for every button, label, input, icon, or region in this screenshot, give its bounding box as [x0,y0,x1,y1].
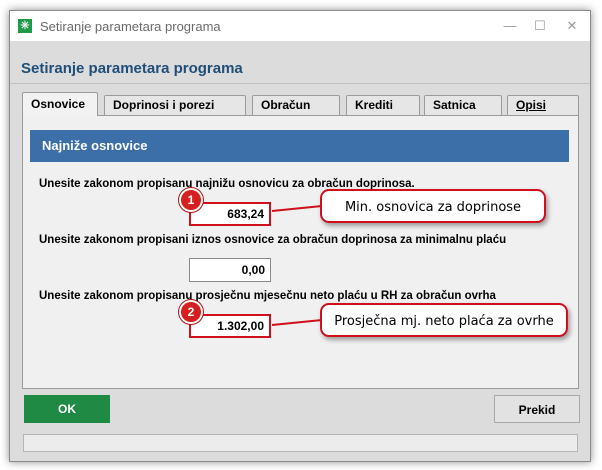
dialog-window: ✳ Setiranje parametara programa — ☐ ✕ Se… [9,10,591,462]
page-title: Setiranje parametara programa [21,60,243,77]
tab-krediti[interactable]: Krediti [346,95,420,115]
tab-opisi[interactable]: Opisi [507,95,579,115]
close-icon[interactable]: ✕ [562,16,582,36]
annotation-callout-1: Min. osnovica za doprinose [320,189,546,223]
divider [10,83,590,84]
app-icon: ✳ [18,19,32,33]
tab-osnovice[interactable]: Osnovice [22,92,98,116]
maximize-icon[interactable]: ☐ [530,16,550,36]
minimize-icon[interactable]: — [500,16,520,36]
tab-doprinosi-i-porezi[interactable]: Doprinosi i porezi [104,95,246,115]
section-header: Najniže osnovice [30,130,569,162]
tab-satnica[interactable]: Satnica [424,95,502,115]
tab-panel: Najniže osnovice Unesite zakonom propisa… [22,115,579,389]
tab-obracun[interactable]: Obračun [252,95,340,115]
status-bar [23,434,578,452]
min-wage-base-input[interactable]: 0,00 [189,258,271,282]
annotation-badge-2: 2 [179,300,203,324]
title-bar: ✳ Setiranje parametara programa — ☐ ✕ [10,11,590,41]
window-title: Setiranje parametara programa [40,19,221,34]
field-label-min-wage-base: Unesite zakonom propisani iznos osnovice… [39,234,507,246]
field-label-avg-net-wage: Unesite zakonom propisanu prosječnu mjes… [39,290,496,302]
annotation-callout-2: Prosječna mj. neto plaća za ovrhe [320,303,568,337]
annotation-badge-1: 1 [179,188,203,212]
ok-button[interactable]: OK [24,395,110,423]
cancel-button[interactable]: Prekid [494,395,580,423]
